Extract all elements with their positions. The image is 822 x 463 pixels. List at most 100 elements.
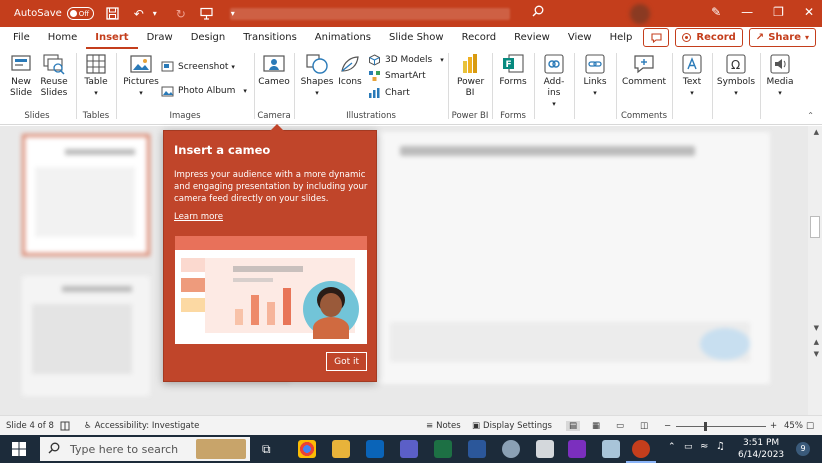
- tab-view[interactable]: View: [559, 27, 601, 49]
- close-icon[interactable]: ✕: [804, 5, 814, 19]
- cameo-illustration: [175, 236, 367, 344]
- tab-draw[interactable]: Draw: [138, 27, 182, 49]
- tab-record[interactable]: Record: [453, 27, 506, 49]
- windows-start-icon[interactable]: [12, 442, 26, 459]
- tab-home[interactable]: Home: [39, 27, 87, 49]
- tab-animations[interactable]: Animations: [306, 27, 380, 49]
- show-hidden-icons-icon[interactable]: ⌃: [668, 442, 676, 452]
- excel-icon[interactable]: [434, 440, 452, 458]
- undo-icon[interactable]: ↶: [132, 7, 146, 21]
- taskbar-search-box[interactable]: Type here to search: [40, 437, 250, 461]
- chart-label: Chart: [385, 88, 410, 98]
- tab-insert[interactable]: Insert: [86, 27, 138, 49]
- forms-button[interactable]: F Forms: [497, 53, 529, 88]
- notification-badge[interactable]: 9: [796, 442, 810, 456]
- previous-slide-icon[interactable]: ▲: [814, 338, 819, 346]
- display-settings-button[interactable]: ▣ Display Settings: [472, 421, 552, 431]
- symbols-button[interactable]: Ω Symbols ▾: [716, 53, 756, 99]
- zoom-slider[interactable]: [676, 426, 766, 427]
- normal-view-icon[interactable]: ▤: [566, 421, 581, 431]
- volume-icon[interactable]: ♫: [716, 441, 725, 452]
- app-icon[interactable]: [536, 440, 554, 458]
- 3d-models-button[interactable]: 3D Models ▾: [368, 54, 444, 66]
- links-button[interactable]: Links ▾: [580, 53, 610, 99]
- wifi-icon[interactable]: ≈: [700, 441, 708, 452]
- ribbon-tabs: File Home Insert Draw Design Transitions…: [0, 27, 822, 49]
- save-icon[interactable]: [106, 7, 120, 21]
- fit-slide-icon[interactable]: □: [806, 421, 814, 431]
- spelling-check-icon[interactable]: [60, 421, 70, 431]
- powerpoint-icon[interactable]: [632, 440, 650, 458]
- pictures-button[interactable]: Pictures ▾: [123, 53, 159, 99]
- tab-help[interactable]: Help: [601, 27, 642, 49]
- redo-icon[interactable]: ↻: [174, 7, 188, 21]
- chevron-down-icon: ▾: [778, 89, 782, 97]
- media-button[interactable]: Media ▾: [764, 53, 796, 99]
- present-icon[interactable]: [200, 7, 214, 21]
- got-it-button[interactable]: Got it: [326, 352, 367, 371]
- clock[interactable]: 3:51 PM 6/14/2023: [738, 437, 784, 461]
- cameo-button[interactable]: Cameo: [258, 53, 290, 88]
- user-avatar[interactable]: [630, 4, 650, 24]
- photo-album-button[interactable]: Photo Album ▾: [161, 85, 247, 97]
- word-icon[interactable]: [468, 440, 486, 458]
- tab-transitions[interactable]: Transitions: [234, 27, 306, 49]
- file-explorer-icon[interactable]: [332, 440, 350, 458]
- record-button[interactable]: Record: [675, 28, 743, 47]
- comment-button[interactable]: Comment: [622, 53, 666, 88]
- tab-review[interactable]: Review: [505, 27, 559, 49]
- slide-thumbnail[interactable]: [22, 134, 150, 256]
- scroll-up-icon[interactable]: ▲: [814, 128, 819, 136]
- task-view-icon[interactable]: ⧉: [262, 442, 271, 457]
- tab-slide-show[interactable]: Slide Show: [380, 27, 453, 49]
- accessibility-status[interactable]: ♿ Accessibility: Investigate: [84, 421, 199, 431]
- shapes-button[interactable]: Shapes ▾: [300, 53, 334, 99]
- notes-icon: ≡: [426, 421, 434, 431]
- comments-button[interactable]: [643, 28, 670, 47]
- screenshot-button[interactable]: Screenshot ▾: [161, 61, 235, 73]
- collapse-ribbon-icon[interactable]: ⌃: [807, 111, 814, 120]
- slideshow-view-icon[interactable]: ◫: [640, 421, 648, 431]
- new-slide-button[interactable]: New Slide: [6, 53, 36, 99]
- zoom-in-icon[interactable]: +: [770, 421, 777, 431]
- addins-button[interactable]: Add-ins ▾: [539, 53, 569, 110]
- search-icon[interactable]: [532, 5, 544, 21]
- teams-icon[interactable]: [400, 440, 418, 458]
- slide-thumbnail[interactable]: [22, 276, 150, 396]
- app-icon[interactable]: [602, 440, 620, 458]
- battery-icon[interactable]: ▭: [684, 442, 693, 452]
- tab-design[interactable]: Design: [182, 27, 235, 49]
- table-button[interactable]: Table ▾: [82, 53, 110, 99]
- outlook-icon[interactable]: [366, 440, 384, 458]
- tab-file[interactable]: File: [4, 27, 39, 49]
- zoom-level[interactable]: 45%: [784, 421, 803, 431]
- reading-view-icon[interactable]: ▭: [616, 421, 624, 431]
- chart-button[interactable]: Chart: [368, 87, 410, 99]
- smartart-button[interactable]: SmartArt: [368, 70, 426, 82]
- next-slide-icon[interactable]: ▼: [814, 350, 819, 358]
- reuse-slides-button[interactable]: Reuse Slides: [38, 53, 70, 99]
- notes-button[interactable]: ≡ Notes: [426, 421, 461, 431]
- cameo-icon: [262, 53, 286, 75]
- zoom-out-icon[interactable]: −: [664, 421, 671, 431]
- minimize-icon[interactable]: —: [741, 5, 753, 19]
- snipping-tool-icon[interactable]: [502, 440, 520, 458]
- icons-label: Icons: [338, 77, 362, 87]
- restore-icon[interactable]: ❐: [773, 5, 784, 19]
- icons-button[interactable]: Icons: [336, 53, 364, 88]
- autosave-toggle[interactable]: Off: [66, 7, 94, 20]
- slide-sorter-icon[interactable]: ▦: [592, 421, 600, 431]
- text-button[interactable]: Text ▾: [678, 53, 706, 99]
- link-icon: [583, 53, 607, 75]
- vertical-scrollbar[interactable]: ▲ ▼ ▲ ▼: [808, 126, 822, 415]
- onenote-icon[interactable]: [568, 440, 586, 458]
- chrome-icon[interactable]: [298, 440, 316, 458]
- zoom-slider-thumb[interactable]: [704, 422, 707, 431]
- scroll-down-icon[interactable]: ▼: [814, 324, 819, 332]
- share-button[interactable]: ↗ Share ▾: [748, 28, 816, 47]
- learn-more-link[interactable]: Learn more: [174, 212, 223, 222]
- power-bi-button[interactable]: Power BI: [454, 53, 486, 99]
- undo-dropdown-icon[interactable]: ▾: [148, 7, 162, 21]
- pen-icon[interactable]: ✎: [711, 5, 721, 19]
- scroll-thumb[interactable]: [810, 216, 820, 238]
